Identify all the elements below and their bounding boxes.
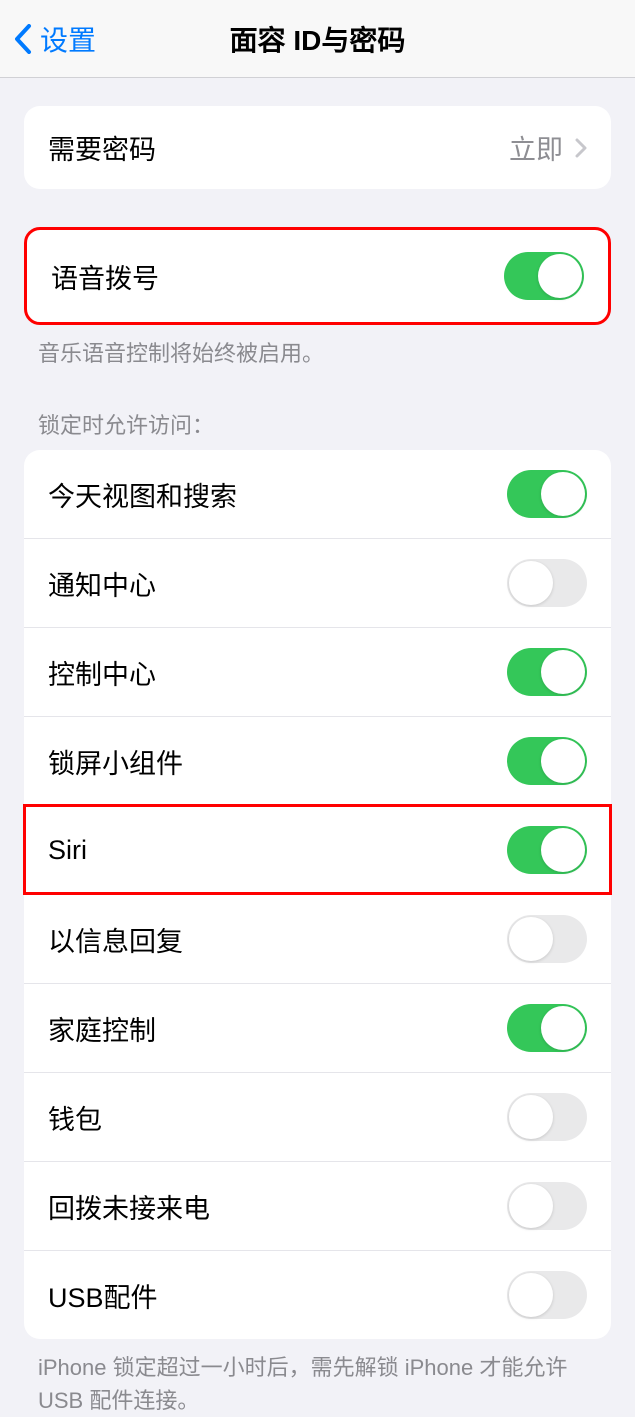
lock-access-row: 通知中心 (24, 538, 611, 627)
require-passcode-row[interactable]: 需要密码 立即 (24, 106, 611, 189)
chevron-left-icon (14, 24, 32, 54)
require-passcode-value-wrap: 立即 (509, 128, 587, 167)
lock-access-row: 今天视图和搜索 (24, 450, 611, 538)
lock-access-item-label: 钱包 (48, 1098, 102, 1137)
lock-access-row: 控制中心 (24, 627, 611, 716)
lock-access-item-label: Siri (48, 835, 87, 866)
lock-access-item-toggle[interactable] (507, 648, 587, 696)
lock-access-row: Siri (24, 805, 611, 894)
lock-access-item-label: 以信息回复 (48, 920, 183, 959)
lock-access-item-label: 锁屏小组件 (48, 742, 183, 781)
lock-access-item-toggle[interactable] (507, 737, 587, 785)
lock-access-item-label: USB配件 (48, 1276, 158, 1315)
lock-access-row: USB配件 (24, 1250, 611, 1339)
lock-access-row: 以信息回复 (24, 894, 611, 983)
require-passcode-group: 需要密码 立即 (24, 106, 611, 189)
lock-access-item-toggle[interactable] (507, 559, 587, 607)
voice-dial-toggle[interactable] (504, 252, 584, 300)
lock-access-row: 家庭控制 (24, 983, 611, 1072)
navbar: 设置 面容 ID与密码 (0, 0, 635, 78)
lock-access-item-label: 回拨未接来电 (48, 1187, 210, 1226)
voice-dial-label: 语音拨号 (51, 257, 159, 296)
lock-access-item-toggle[interactable] (507, 915, 587, 963)
chevron-right-icon (575, 138, 587, 158)
require-passcode-label: 需要密码 (48, 128, 156, 167)
lock-access-item-toggle[interactable] (507, 1182, 587, 1230)
lock-access-row: 锁屏小组件 (24, 716, 611, 805)
lock-access-row: 回拨未接来电 (24, 1161, 611, 1250)
voice-dial-footer: 音乐语音控制将始终被启用。 (0, 325, 635, 370)
voice-dial-row: 语音拨号 (27, 230, 608, 322)
lock-access-item-toggle[interactable] (507, 1093, 587, 1141)
lock-access-item-label: 控制中心 (48, 653, 156, 692)
lock-access-header: 锁定时允许访问： (0, 408, 635, 450)
lock-access-item-label: 家庭控制 (48, 1009, 156, 1048)
require-passcode-value: 立即 (509, 128, 563, 167)
lock-access-item-toggle[interactable] (507, 1271, 587, 1319)
voice-dial-group: 语音拨号 (24, 227, 611, 325)
lock-access-item-toggle[interactable] (507, 826, 587, 874)
lock-access-item-label: 通知中心 (48, 564, 156, 603)
lock-access-group: 今天视图和搜索通知中心控制中心锁屏小组件 Siri 以信息回复家庭控制钱包回拨未接来… (24, 450, 611, 1339)
back-label: 设置 (40, 19, 96, 59)
lock-access-footer: iPhone 锁定超过一小时后，需先解锁 iPhone 才能允许USB 配件连接… (0, 1339, 635, 1417)
back-button[interactable]: 设置 (0, 19, 96, 59)
lock-access-item-toggle[interactable] (507, 470, 587, 518)
lock-access-item-label: 今天视图和搜索 (48, 475, 237, 514)
lock-access-item-toggle[interactable] (507, 1004, 587, 1052)
content: 需要密码 立即 语音拨号 音乐语音控制将始终被启用。 锁定时允许访问： 今天视图… (0, 78, 635, 1417)
lock-access-row: 钱包 (24, 1072, 611, 1161)
